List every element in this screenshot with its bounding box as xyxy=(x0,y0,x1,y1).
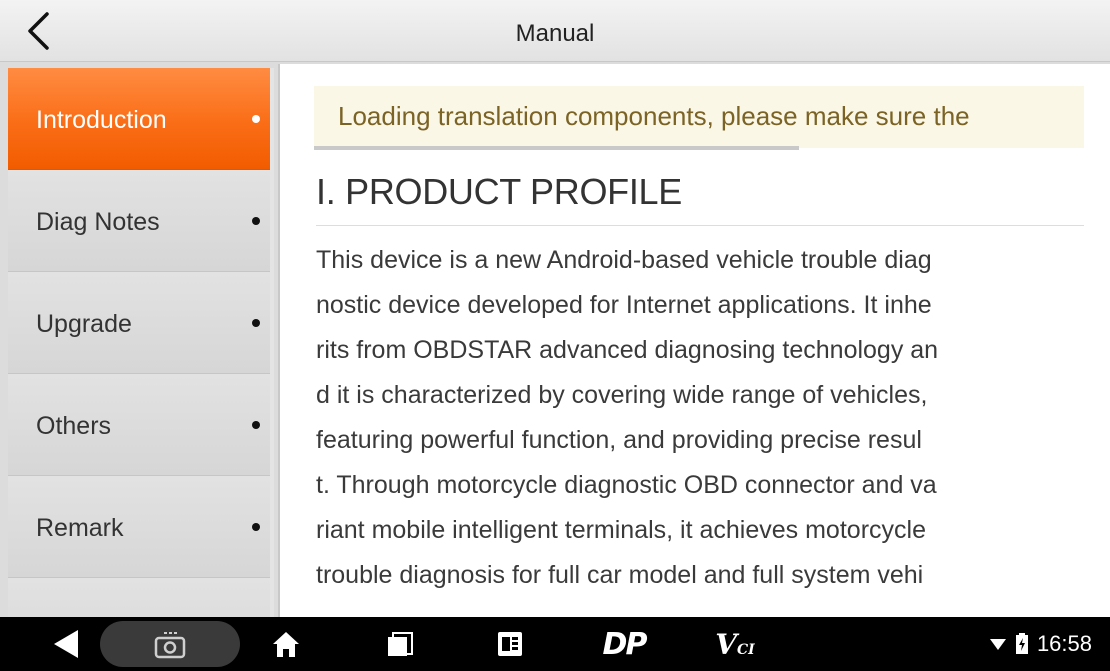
paragraph-line: featuring powerful function, and providi… xyxy=(316,426,922,454)
home-icon xyxy=(273,632,299,657)
app-header: Manual xyxy=(0,0,1110,62)
dp-logo: DP xyxy=(602,626,648,662)
manual-content[interactable]: Loading translation components, please m… xyxy=(278,64,1110,617)
main-area: Introduction Diag Notes Upgrade Others R… xyxy=(0,62,1110,617)
bullet-dot-icon xyxy=(252,217,260,225)
bullet-dot-icon xyxy=(252,421,260,429)
vci-button[interactable]: VCI xyxy=(710,617,760,671)
dp-app-button[interactable]: DP xyxy=(594,617,654,671)
loading-progress-fill xyxy=(314,146,800,150)
sidebar-item-diag-notes[interactable]: Diag Notes xyxy=(8,170,270,272)
paragraph-line: trouble diagnosis for full car model and… xyxy=(316,561,924,589)
system-nav-bar: DP VCI 16:58 xyxy=(0,617,1110,671)
paragraph-line: nostic device developed for Internet app… xyxy=(316,291,932,319)
paragraph-line: riant mobile intelligent terminals, it a… xyxy=(316,516,926,544)
sidebar-item-label: Others xyxy=(36,412,112,440)
sidebar-item-label: Diag Notes xyxy=(36,208,160,236)
vci-logo-letter: V xyxy=(715,627,738,661)
battery-icon xyxy=(1015,633,1028,654)
sidebar-item-upgrade[interactable]: Upgrade xyxy=(8,272,270,374)
app-shortcut-icon xyxy=(498,632,522,656)
vci-logo: VCI xyxy=(715,628,754,661)
screenshot-button[interactable] xyxy=(100,621,240,667)
translation-notice: Loading translation components, please m… xyxy=(314,86,1084,148)
paragraph-line: d it is characterized by covering wide r… xyxy=(316,381,928,409)
screenshot-camera-icon xyxy=(154,632,186,659)
back-icon xyxy=(54,630,78,658)
sidebar-item-others[interactable]: Others xyxy=(8,374,270,476)
bullet-dot-icon xyxy=(252,319,260,327)
nav-recents-button[interactable] xyxy=(378,617,422,671)
sidebar-item-partial[interactable] xyxy=(8,578,270,617)
bullet-dot-icon xyxy=(252,115,260,123)
status-area: 16:58 xyxy=(989,617,1092,671)
page-title: Manual xyxy=(515,20,595,47)
sidebar-item-introduction[interactable]: Introduction xyxy=(8,68,270,170)
sidebar-item-label: Remark xyxy=(36,514,124,542)
chevron-left-icon xyxy=(28,12,49,50)
wifi-icon xyxy=(989,639,1006,650)
nav-home-button[interactable] xyxy=(264,617,308,671)
notice-text: Loading translation components, please m… xyxy=(338,101,970,131)
bullet-dot-icon xyxy=(252,523,260,531)
section-title: I. PRODUCT PROFILE xyxy=(316,162,1084,226)
sidebar-item-remark[interactable]: Remark xyxy=(8,476,270,578)
sidebar-item-label: Introduction xyxy=(36,106,167,134)
vci-logo-sub: CI xyxy=(737,641,755,658)
loading-progress-bar xyxy=(314,146,1084,150)
paragraph: This device is a new Android-based vehic… xyxy=(316,238,1110,598)
paragraph-line: rits from OBDSTAR advanced diagnosing te… xyxy=(316,336,939,364)
app-shortcut-button[interactable] xyxy=(488,617,532,671)
sidebar: Introduction Diag Notes Upgrade Others R… xyxy=(8,68,274,617)
paragraph-line: This device is a new Android-based vehic… xyxy=(316,246,932,274)
paragraph-line: t. Through motorcycle diagnostic OBD con… xyxy=(316,471,937,499)
recents-icon xyxy=(388,632,413,656)
nav-back-button[interactable] xyxy=(40,617,90,671)
clock: 16:58 xyxy=(1036,631,1092,656)
sidebar-item-label: Upgrade xyxy=(36,310,132,338)
back-button[interactable] xyxy=(18,8,58,54)
